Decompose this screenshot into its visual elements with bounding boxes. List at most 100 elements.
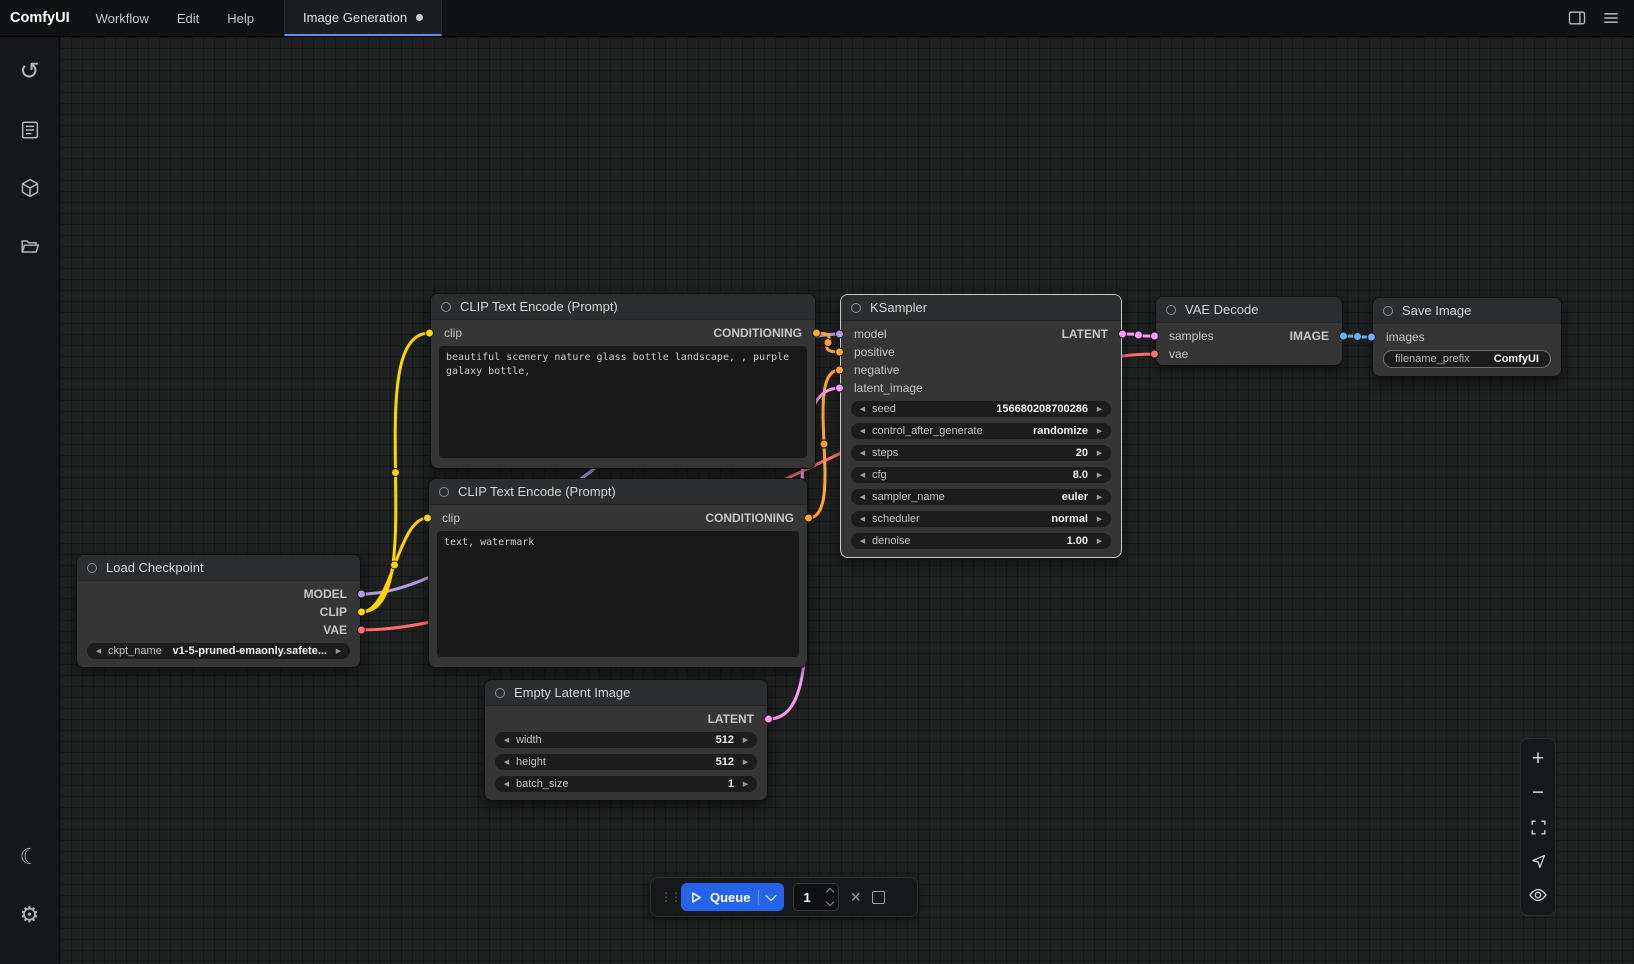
widget-scheduler[interactable]: scheduler normal	[851, 511, 1111, 527]
decrement-arrow-icon[interactable]	[856, 537, 869, 545]
node-header[interactable]: KSampler	[841, 295, 1121, 321]
widget-steps[interactable]: steps 20	[851, 445, 1111, 461]
zoom-out-button[interactable]: −	[1522, 776, 1554, 810]
samples-input-port[interactable]	[1150, 332, 1159, 341]
increment-arrow-icon[interactable]	[739, 780, 752, 788]
widget-filename-prefix[interactable]: filename_prefix ComfyUI	[1383, 350, 1551, 368]
widget-cfg[interactable]: cfg 8.0	[851, 467, 1111, 483]
widget-control-after-generate[interactable]: control_after_generate randomize	[851, 423, 1111, 439]
clear-queue-icon[interactable]	[848, 888, 863, 906]
prev-value-arrow-icon[interactable]	[856, 427, 869, 435]
menu-workflow[interactable]: Workflow	[82, 0, 163, 36]
increment-arrow-icon[interactable]	[1093, 449, 1106, 457]
decrement-arrow-icon[interactable]	[856, 405, 869, 413]
model-output-port[interactable]	[357, 590, 366, 599]
clip-input-port[interactable]	[425, 329, 434, 338]
node-vae-decode[interactable]: VAE Decode samples IMAGE vae	[1155, 296, 1343, 366]
hamburger-menu-icon[interactable]	[1596, 4, 1626, 32]
settings-button[interactable]: ⚙	[9, 894, 51, 936]
decrement-arrow-icon[interactable]	[500, 736, 513, 744]
decrement-arrow-icon[interactable]	[500, 780, 513, 788]
model-input-port[interactable]	[835, 330, 844, 339]
decrement-arrow-icon[interactable]	[500, 758, 513, 766]
node-clip-text-encode-negative[interactable]: CLIP Text Encode (Prompt) clip CONDITION…	[428, 478, 808, 668]
vae-input-port[interactable]	[1150, 350, 1159, 359]
collapse-dot[interactable]	[495, 688, 505, 698]
decrement-arrow-icon[interactable]	[856, 449, 869, 457]
next-value-arrow-icon[interactable]	[1093, 493, 1106, 501]
clip-input-port[interactable]	[423, 514, 432, 523]
select-mode-button[interactable]	[1522, 844, 1554, 878]
clip-output-port[interactable]	[357, 608, 366, 617]
node-header[interactable]: Save Image	[1373, 298, 1561, 324]
conditioning-output-port[interactable]	[804, 514, 813, 523]
collapse-dot[interactable]	[439, 487, 449, 497]
image-output-port[interactable]	[1339, 332, 1348, 341]
node-library-button[interactable]	[9, 167, 51, 209]
zoom-in-button[interactable]: +	[1522, 742, 1554, 776]
negative-prompt-textarea[interactable]: text, watermark	[437, 531, 799, 657]
panel-toggle-icon[interactable]	[1562, 4, 1592, 32]
latent-image-input-port[interactable]	[835, 384, 844, 393]
prev-value-arrow-icon[interactable]	[856, 515, 869, 523]
collapse-dot[interactable]	[87, 563, 97, 573]
node-save-image[interactable]: Save Image images filename_prefix ComfyU…	[1372, 297, 1562, 377]
prev-value-arrow-icon[interactable]	[856, 493, 869, 501]
stop-icon[interactable]	[872, 891, 885, 904]
next-value-arrow-icon[interactable]	[1093, 427, 1106, 435]
graph-canvas[interactable]: Load Checkpoint MODEL CLIP VAE ckpt_name…	[60, 37, 1634, 964]
node-header[interactable]: CLIP Text Encode (Prompt)	[429, 479, 807, 505]
node-header[interactable]: Load Checkpoint	[77, 555, 360, 581]
node-load-checkpoint[interactable]: Load Checkpoint MODEL CLIP VAE ckpt_name…	[76, 554, 361, 668]
latent-output-port[interactable]	[1118, 330, 1127, 339]
tab-image-generation[interactable]: Image Generation	[284, 0, 442, 36]
node-ksampler[interactable]: KSampler model LATENT positive negative …	[840, 294, 1122, 558]
next-value-arrow-icon[interactable]	[1093, 515, 1106, 523]
workflow-browser-button[interactable]	[9, 225, 51, 267]
increment-arrow-icon[interactable]	[739, 736, 752, 744]
negative-input-port[interactable]	[835, 366, 844, 375]
widget-width[interactable]: width 512	[495, 732, 757, 748]
widget-ckpt-name[interactable]: ckpt_name v1-5-pruned-emaonly.safete...	[87, 643, 350, 659]
node-header[interactable]: CLIP Text Encode (Prompt)	[431, 294, 815, 320]
toggle-visibility-button[interactable]	[1522, 878, 1554, 912]
node-header[interactable]: VAE Decode	[1156, 297, 1342, 323]
theme-toggle-button[interactable]: ☾	[9, 836, 51, 878]
collapse-dot[interactable]	[1383, 306, 1393, 316]
drag-handle-icon[interactable]	[660, 890, 672, 904]
decrement-arrow-icon[interactable]	[856, 471, 869, 479]
node-clip-text-encode-positive[interactable]: CLIP Text Encode (Prompt) clip CONDITION…	[430, 293, 816, 469]
fit-view-button[interactable]	[1522, 810, 1554, 844]
stepper-down-icon[interactable]	[826, 898, 834, 906]
collapse-dot[interactable]	[851, 303, 861, 313]
history-button[interactable]: ↺	[9, 51, 51, 93]
batch-count-input[interactable]: 1	[793, 883, 839, 911]
increment-arrow-icon[interactable]	[1093, 471, 1106, 479]
increment-arrow-icon[interactable]	[1093, 405, 1106, 413]
collapse-dot[interactable]	[441, 302, 451, 312]
node-empty-latent-image[interactable]: Empty Latent Image LATENT width 512 heig…	[484, 679, 768, 801]
menu-help[interactable]: Help	[213, 0, 268, 36]
widget-sampler-name[interactable]: sampler_name euler	[851, 489, 1111, 505]
node-header[interactable]: Empty Latent Image	[485, 680, 767, 706]
widget-height[interactable]: height 512	[495, 754, 757, 770]
prev-value-arrow-icon[interactable]	[92, 647, 105, 655]
widget-seed[interactable]: seed 156680208700286	[851, 401, 1111, 417]
queue-button[interactable]: Queue	[681, 883, 784, 911]
conditioning-output-port[interactable]	[812, 329, 821, 338]
latent-output-port[interactable]	[764, 715, 773, 724]
positive-input-port[interactable]	[835, 348, 844, 357]
widget-batch-size[interactable]: batch_size 1	[495, 776, 757, 792]
images-input-port[interactable]	[1367, 333, 1376, 342]
chevron-down-icon[interactable]	[766, 890, 777, 901]
positive-prompt-textarea[interactable]: beautiful scenery nature glass bottle la…	[439, 346, 807, 458]
widget-denoise[interactable]: denoise 1.00	[851, 533, 1111, 549]
vae-output-port[interactable]	[357, 626, 366, 635]
increment-arrow-icon[interactable]	[1093, 537, 1106, 545]
collapse-dot[interactable]	[1166, 305, 1176, 315]
stepper-up-icon[interactable]	[826, 888, 834, 896]
workflows-list-button[interactable]	[9, 109, 51, 151]
increment-arrow-icon[interactable]	[739, 758, 752, 766]
menu-edit[interactable]: Edit	[163, 0, 213, 36]
next-value-arrow-icon[interactable]	[332, 647, 345, 655]
